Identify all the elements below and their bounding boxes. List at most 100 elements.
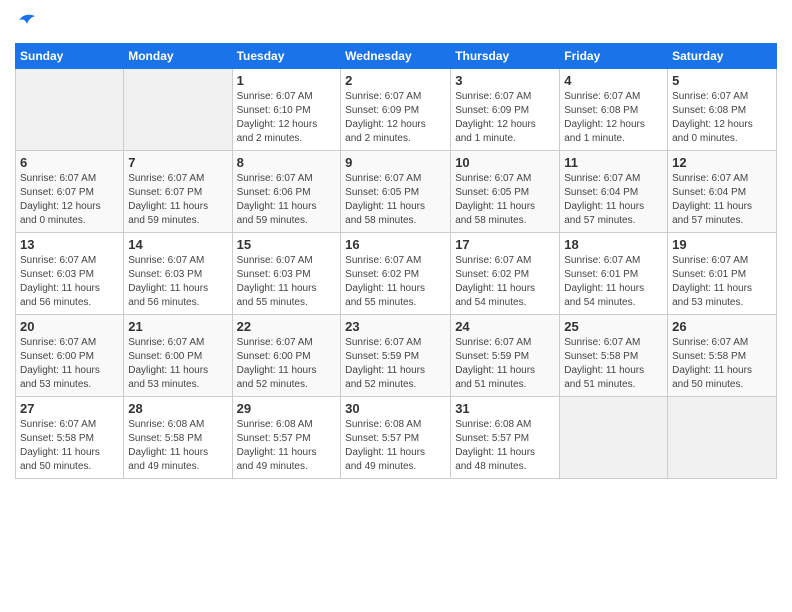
day-number: 6 — [20, 155, 119, 170]
day-number: 22 — [237, 319, 337, 334]
week-row-3: 20Sunrise: 6:07 AM Sunset: 6:00 PM Dayli… — [16, 314, 777, 396]
day-number: 18 — [564, 237, 663, 252]
day-info: Sunrise: 6:07 AM Sunset: 5:59 PM Dayligh… — [455, 336, 555, 392]
day-number: 9 — [345, 155, 446, 170]
day-cell: 27 Sunrise: 6:07 AM Sunset: 5:58 PM Dayli… — [16, 396, 124, 478]
day-number: 2 — [345, 73, 446, 88]
day-number: 15 — [237, 237, 337, 252]
day-number: 13 — [20, 237, 119, 252]
day-number: 5 — [672, 73, 772, 88]
day-number: 19 — [672, 237, 772, 252]
day-info: Sunrise: 6:07 AM Sunset: 6:03 PM Dayligh… — [20, 254, 119, 310]
day-cell: 31 Sunrise: 6:08 AM Sunset: 5:57 PM Dayli… — [451, 396, 560, 478]
day-info: Sunrise: 6:07 AM Sunset: 6:01 PM Dayligh… — [672, 254, 772, 310]
day-number: 27 — [20, 401, 119, 416]
calendar-header: SundayMondayTuesdayWednesdayThursdayFrid… — [16, 43, 777, 68]
main-container: SundayMondayTuesdayWednesdayThursdayFrid… — [0, 0, 792, 484]
day-info: Sunrise: 6:07 AM Sunset: 6:02 PM Dayligh… — [455, 254, 555, 310]
day-number: 24 — [455, 319, 555, 334]
day-cell: 8Sunrise: 6:07 AM Sunset: 6:06 PM Daylig… — [232, 150, 341, 232]
day-cell: 5 Sunrise: 6:07 AM Sunset: 6:08 PM Daylig… — [668, 68, 777, 150]
day-header-wednesday: Wednesday — [341, 43, 451, 68]
day-cell: 12 Sunrise: 6:07 AM Sunset: 6:04 PM Dayli… — [668, 150, 777, 232]
day-cell: 2 Sunrise: 6:07 AM Sunset: 6:09 PM Daylig… — [341, 68, 451, 150]
day-info: Sunrise: 6:07 AM Sunset: 6:00 PM Dayligh… — [128, 336, 227, 392]
day-number: 29 — [237, 401, 337, 416]
day-header-thursday: Thursday — [451, 43, 560, 68]
day-cell: 26 Sunrise: 6:07 AM Sunset: 5:58 PM Dayli… — [668, 314, 777, 396]
day-header-sunday: Sunday — [16, 43, 124, 68]
day-cell: 22 Sunrise: 6:07 AM Sunset: 6:00 PM Dayli… — [232, 314, 341, 396]
day-cell — [124, 68, 232, 150]
day-info: Sunrise: 6:08 AM Sunset: 5:57 PM Dayligh… — [345, 418, 446, 474]
day-number: 12 — [672, 155, 772, 170]
day-number: 31 — [455, 401, 555, 416]
logo — [15, 10, 37, 35]
logo-bird-icon — [17, 10, 37, 30]
day-header-monday: Monday — [124, 43, 232, 68]
day-info: Sunrise: 6:07 AM Sunset: 6:02 PM Dayligh… — [345, 254, 446, 310]
week-row-0: 1 Sunrise: 6:07 AM Sunset: 6:10 PM Daylig… — [16, 68, 777, 150]
day-number: 26 — [672, 319, 772, 334]
day-cell: 28 Sunrise: 6:08 AM Sunset: 5:58 PM Dayli… — [124, 396, 232, 478]
day-header-tuesday: Tuesday — [232, 43, 341, 68]
day-cell: 20Sunrise: 6:07 AM Sunset: 6:00 PM Dayli… — [16, 314, 124, 396]
day-info: Sunrise: 6:07 AM Sunset: 6:00 PM Dayligh… — [237, 336, 337, 392]
day-number: 1 — [237, 73, 337, 88]
day-info: Sunrise: 6:07 AM Sunset: 6:10 PM Dayligh… — [237, 90, 337, 146]
day-info: Sunrise: 6:07 AM Sunset: 6:05 PM Dayligh… — [345, 172, 446, 228]
day-info: Sunrise: 6:08 AM Sunset: 5:58 PM Dayligh… — [128, 418, 227, 474]
day-header-friday: Friday — [560, 43, 668, 68]
day-info: Sunrise: 6:07 AM Sunset: 6:01 PM Dayligh… — [564, 254, 663, 310]
day-info: Sunrise: 6:07 AM Sunset: 6:06 PM Dayligh… — [237, 172, 337, 228]
day-cell: 30 Sunrise: 6:08 AM Sunset: 5:57 PM Dayli… — [341, 396, 451, 478]
day-number: 11 — [564, 155, 663, 170]
day-cell: 11 Sunrise: 6:07 AM Sunset: 6:04 PM Dayli… — [560, 150, 668, 232]
day-cell: 10 Sunrise: 6:07 AM Sunset: 6:05 PM Dayli… — [451, 150, 560, 232]
day-number: 28 — [128, 401, 227, 416]
day-cell: 4 Sunrise: 6:07 AM Sunset: 6:08 PM Daylig… — [560, 68, 668, 150]
day-info: Sunrise: 6:07 AM Sunset: 6:04 PM Dayligh… — [564, 172, 663, 228]
day-info: Sunrise: 6:07 AM Sunset: 5:58 PM Dayligh… — [672, 336, 772, 392]
day-number: 21 — [128, 319, 227, 334]
day-cell: 13 Sunrise: 6:07 AM Sunset: 6:03 PM Dayli… — [16, 232, 124, 314]
day-cell: 17 Sunrise: 6:07 AM Sunset: 6:02 PM Dayli… — [451, 232, 560, 314]
day-cell — [16, 68, 124, 150]
day-info: Sunrise: 6:07 AM Sunset: 6:09 PM Dayligh… — [455, 90, 555, 146]
day-info: Sunrise: 6:08 AM Sunset: 5:57 PM Dayligh… — [455, 418, 555, 474]
day-number: 14 — [128, 237, 227, 252]
week-row-1: 6 Sunrise: 6:07 AM Sunset: 6:07 PM Daylig… — [16, 150, 777, 232]
day-cell: 25Sunrise: 6:07 AM Sunset: 5:58 PM Dayli… — [560, 314, 668, 396]
day-info: Sunrise: 6:07 AM Sunset: 6:00 PM Dayligh… — [20, 336, 119, 392]
day-number: 30 — [345, 401, 446, 416]
day-info: Sunrise: 6:07 AM Sunset: 5:58 PM Dayligh… — [564, 336, 663, 392]
day-number: 4 — [564, 73, 663, 88]
day-cell: 19 Sunrise: 6:07 AM Sunset: 6:01 PM Dayli… — [668, 232, 777, 314]
day-cell — [560, 396, 668, 478]
day-info: Sunrise: 6:07 AM Sunset: 6:07 PM Dayligh… — [20, 172, 119, 228]
day-header-saturday: Saturday — [668, 43, 777, 68]
day-number: 17 — [455, 237, 555, 252]
day-number: 16 — [345, 237, 446, 252]
day-info: Sunrise: 6:07 AM Sunset: 6:03 PM Dayligh… — [128, 254, 227, 310]
day-cell: 24 Sunrise: 6:07 AM Sunset: 5:59 PM Dayli… — [451, 314, 560, 396]
day-cell: 7Sunrise: 6:07 AM Sunset: 6:07 PM Daylig… — [124, 150, 232, 232]
day-info: Sunrise: 6:07 AM Sunset: 6:08 PM Dayligh… — [564, 90, 663, 146]
day-number: 10 — [455, 155, 555, 170]
day-number: 7 — [128, 155, 227, 170]
day-cell: 6 Sunrise: 6:07 AM Sunset: 6:07 PM Daylig… — [16, 150, 124, 232]
day-info: Sunrise: 6:08 AM Sunset: 5:57 PM Dayligh… — [237, 418, 337, 474]
day-info: Sunrise: 6:07 AM Sunset: 6:05 PM Dayligh… — [455, 172, 555, 228]
header-row: SundayMondayTuesdayWednesdayThursdayFrid… — [16, 43, 777, 68]
day-cell: 21 Sunrise: 6:07 AM Sunset: 6:00 PM Dayli… — [124, 314, 232, 396]
day-info: Sunrise: 6:07 AM Sunset: 6:09 PM Dayligh… — [345, 90, 446, 146]
calendar-body: 1 Sunrise: 6:07 AM Sunset: 6:10 PM Daylig… — [16, 68, 777, 478]
day-cell: 16 Sunrise: 6:07 AM Sunset: 6:02 PM Dayli… — [341, 232, 451, 314]
day-info: Sunrise: 6:07 AM Sunset: 6:04 PM Dayligh… — [672, 172, 772, 228]
day-number: 3 — [455, 73, 555, 88]
day-info: Sunrise: 6:07 AM Sunset: 5:58 PM Dayligh… — [20, 418, 119, 474]
day-cell: 14 Sunrise: 6:07 AM Sunset: 6:03 PM Dayli… — [124, 232, 232, 314]
day-info: Sunrise: 6:07 AM Sunset: 6:08 PM Dayligh… — [672, 90, 772, 146]
header — [15, 10, 777, 35]
day-cell: 23Sunrise: 6:07 AM Sunset: 5:59 PM Dayli… — [341, 314, 451, 396]
